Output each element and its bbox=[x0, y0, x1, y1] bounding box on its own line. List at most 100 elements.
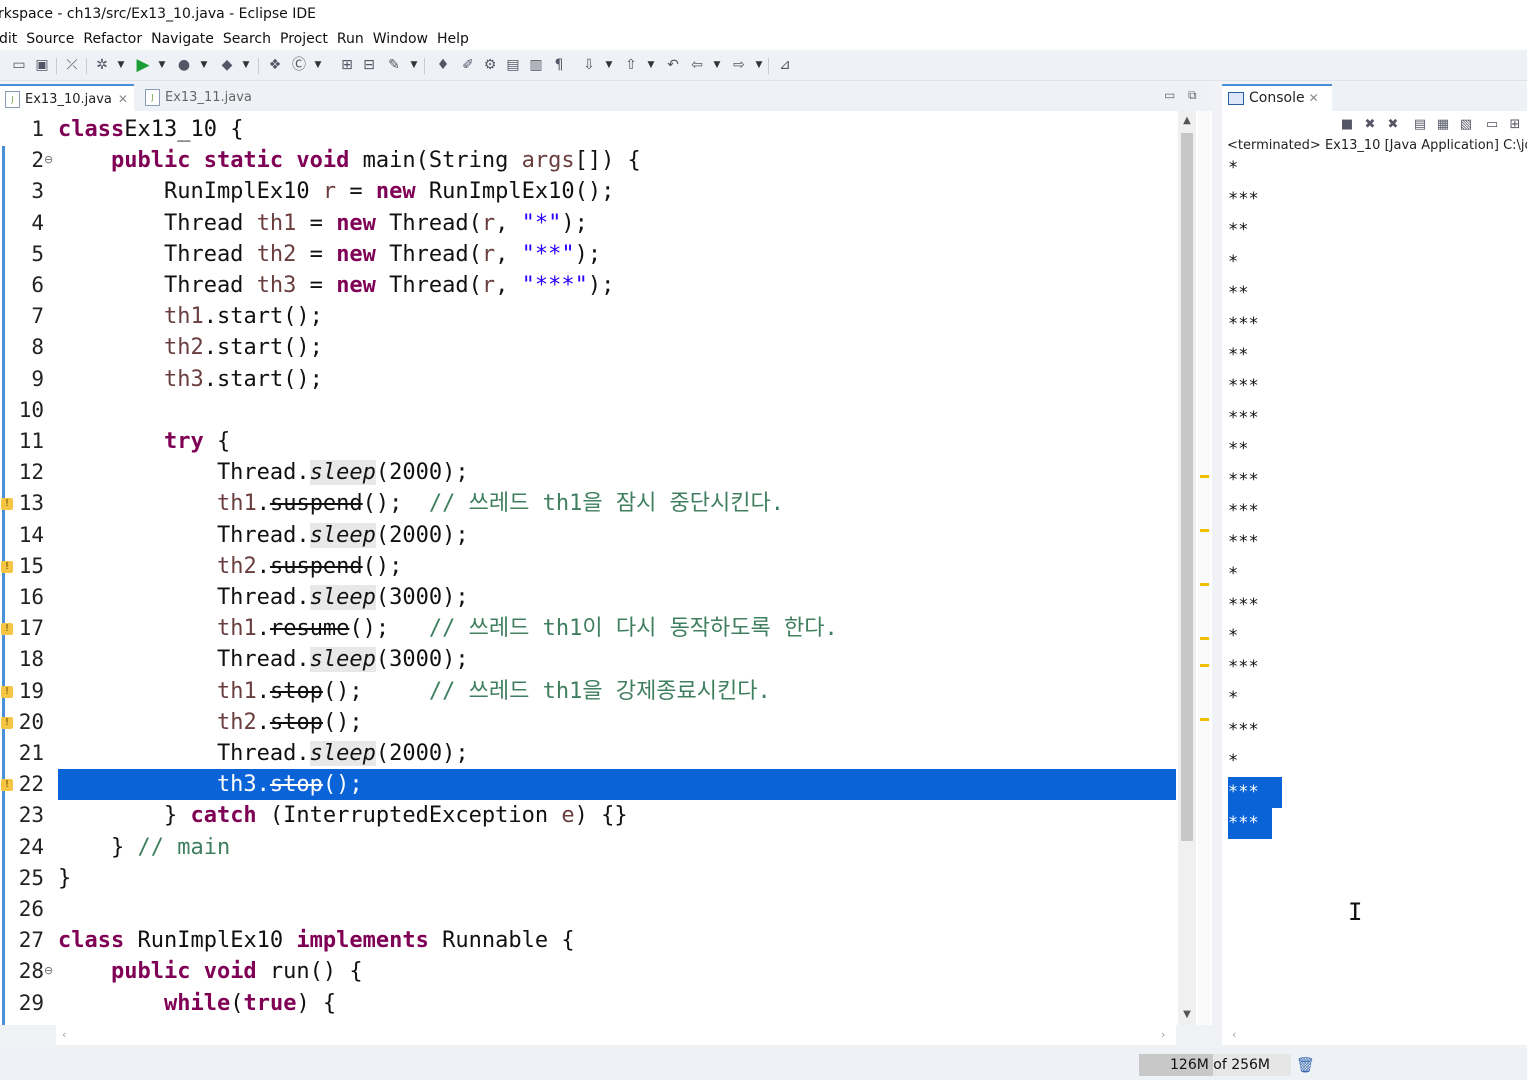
display-console-icon[interactable]: ▭ bbox=[1484, 117, 1500, 133]
scrollbar-thumb[interactable] bbox=[1181, 133, 1193, 841]
code-line[interactable]: Thread th2 = new Thread(r, "**"); bbox=[58, 239, 1176, 270]
menu-item[interactable]: Project bbox=[280, 28, 328, 50]
open-type-icon[interactable]: ⊞ bbox=[338, 56, 356, 74]
menu-item[interactable]: Source bbox=[26, 28, 74, 50]
last-edit-location-icon[interactable]: ↶ bbox=[664, 56, 682, 74]
code-line[interactable]: Thread.sleep(2000); bbox=[58, 738, 1176, 769]
debug-icon[interactable]: ✲ bbox=[93, 56, 111, 74]
scroll-lock-icon[interactable]: ▦ bbox=[1435, 117, 1451, 133]
code-line[interactable]: th2.stop(); bbox=[58, 707, 1176, 738]
code-line[interactable]: th1.suspend(); // 쓰레드 th1을 잠시 중단시킨다. bbox=[58, 488, 1176, 519]
console-horizontal-scrollbar[interactable]: ‹ bbox=[1222, 1025, 1527, 1045]
code-line[interactable]: class RunImplEx10 implements Runnable { bbox=[58, 925, 1176, 956]
coverage-icon[interactable]: ● bbox=[175, 56, 193, 74]
heap-status[interactable]: 126M of 256M bbox=[1139, 1054, 1291, 1076]
menu-item[interactable]: Navigate bbox=[151, 28, 214, 50]
warning-marker[interactable] bbox=[1200, 583, 1209, 586]
clear-console-icon[interactable]: ▤ bbox=[1412, 117, 1428, 133]
back-icon[interactable]: ⇦ bbox=[688, 56, 706, 74]
toggle-mark-occurrences-icon[interactable]: ♦ bbox=[434, 56, 452, 74]
save-icon[interactable]: ▭ bbox=[10, 56, 28, 74]
menu-item[interactable]: Run bbox=[337, 28, 364, 50]
horizontal-scrollbar[interactable]: ‹ › bbox=[56, 1025, 1176, 1045]
word-wrap-icon[interactable]: ▥ bbox=[527, 56, 545, 74]
tab-ex13-11[interactable]: J Ex13_11.java bbox=[140, 84, 260, 111]
code-line[interactable]: Thread.sleep(3000); bbox=[58, 644, 1176, 675]
code-line[interactable]: Thread.sleep(2000); bbox=[58, 457, 1176, 488]
warning-marker[interactable] bbox=[1200, 475, 1209, 478]
code-line[interactable]: th1.resume(); // 쓰레드 th1이 다시 동작하도록 한다. bbox=[58, 613, 1176, 644]
warning-icon[interactable]: ! bbox=[1, 779, 13, 791]
close-icon[interactable]: ✕ bbox=[118, 92, 128, 106]
chevron-down-icon[interactable]: ▼ bbox=[117, 56, 125, 74]
menu-item[interactable]: Help bbox=[437, 28, 469, 50]
vertical-scrollbar[interactable]: ▲ ▼ bbox=[1178, 111, 1196, 1025]
minimize-icon[interactable]: ▭ bbox=[1164, 88, 1175, 102]
menu-item[interactable]: Refactor bbox=[83, 28, 142, 50]
pin-editor-icon[interactable]: ⊿ bbox=[776, 56, 794, 74]
chevron-down-icon[interactable]: ▼ bbox=[713, 56, 721, 74]
new-java-package-icon[interactable]: ❖ bbox=[266, 56, 284, 74]
code-line[interactable]: public static void main(String args[]) { bbox=[58, 145, 1176, 176]
next-annotation-icon[interactable]: ⇩ bbox=[580, 56, 598, 74]
remove-all-terminated-icon[interactable]: ✖ bbox=[1385, 117, 1401, 133]
tab-console[interactable]: Console ✕ bbox=[1222, 84, 1332, 111]
code-line[interactable]: th3.start(); bbox=[58, 364, 1176, 395]
menu-item[interactable]: Window bbox=[373, 28, 428, 50]
code-line[interactable]: Thread th1 = new Thread(r, "*"); bbox=[58, 208, 1176, 239]
chevron-down-icon[interactable]: ▼ bbox=[605, 56, 613, 74]
code-line[interactable]: classEx13_10 { bbox=[58, 114, 1176, 145]
code-line[interactable]: } // main bbox=[58, 832, 1176, 863]
forward-icon[interactable]: ⇨ bbox=[730, 56, 748, 74]
warning-marker[interactable] bbox=[1200, 637, 1209, 640]
run-icon[interactable]: ▶ bbox=[134, 56, 152, 74]
maximize-icon[interactable]: ⧉ bbox=[1188, 88, 1197, 103]
console-view[interactable]: ■ ✖ ✖ ▤ ▦ ▧ ▭ ⊞ <terminated> Ex13_10 [Ja… bbox=[1222, 111, 1527, 1025]
chevron-down-icon[interactable]: ▼ bbox=[410, 56, 418, 74]
warning-icon[interactable]: ! bbox=[1, 686, 13, 698]
code-line[interactable]: } bbox=[58, 863, 1176, 894]
open-task-icon[interactable]: ⊟ bbox=[360, 56, 378, 74]
scroll-left-icon[interactable]: ‹ bbox=[62, 1028, 66, 1041]
code-line[interactable]: Thread.sleep(2000); bbox=[58, 520, 1176, 551]
code-line[interactable]: Thread.sleep(3000); bbox=[58, 582, 1176, 613]
warning-icon[interactable]: ! bbox=[1, 498, 13, 510]
tab-ex13-10[interactable]: J Ex13_10.java ✕ bbox=[0, 84, 134, 111]
code-line[interactable]: RunImplEx10 r = new RunImplEx10(); bbox=[58, 176, 1176, 207]
code-line[interactable]: while(true) { bbox=[58, 988, 1176, 1019]
scroll-down-icon[interactable]: ▼ bbox=[1181, 1009, 1193, 1020]
previous-annotation-icon[interactable]: ⇧ bbox=[622, 56, 640, 74]
chevron-down-icon[interactable]: ▼ bbox=[314, 56, 322, 74]
chevron-down-icon[interactable]: ▼ bbox=[242, 56, 250, 74]
code-line[interactable]: th3.stop(); bbox=[58, 769, 1176, 800]
code-line[interactable] bbox=[58, 894, 1176, 925]
remove-launch-icon[interactable]: ✖ bbox=[1362, 117, 1378, 133]
code-line[interactable]: th2.start(); bbox=[58, 332, 1176, 363]
skip-breakpoints-icon[interactable]: ⤫ bbox=[63, 56, 81, 74]
fold-collapse-icon[interactable]: ⊖ bbox=[44, 153, 53, 166]
toggle-breadcrumb-icon[interactable]: ⚙ bbox=[481, 56, 499, 74]
word-wrap-icon[interactable]: ▧ bbox=[1458, 117, 1474, 133]
chevron-down-icon[interactable]: ▼ bbox=[158, 56, 166, 74]
scroll-left-icon[interactable]: ‹ bbox=[1232, 1028, 1236, 1041]
code-editor[interactable]: 1 2 ⊖ 3 4 5 6 7 8 9 10 11 12 13! 14 15! 16 17! 18 19! 20! 21 2… bbox=[0, 111, 1212, 1025]
menu-item[interactable]: Search bbox=[223, 28, 271, 50]
code-line[interactable]: th1.start(); bbox=[58, 301, 1176, 332]
close-icon[interactable]: ✕ bbox=[1309, 91, 1319, 105]
save-all-icon[interactable]: ▣ bbox=[33, 56, 51, 74]
chevron-down-icon[interactable]: ▼ bbox=[200, 56, 208, 74]
chevron-down-icon[interactable]: ▼ bbox=[755, 56, 763, 74]
show-whitespace-icon[interactable]: ▤ bbox=[504, 56, 522, 74]
warning-marker[interactable] bbox=[1200, 718, 1209, 721]
toggle-block-selection-icon[interactable]: ✐ bbox=[459, 56, 477, 74]
pilcrow-icon[interactable]: ¶ bbox=[550, 56, 568, 74]
code-line[interactable] bbox=[58, 395, 1176, 426]
warning-icon[interactable]: ! bbox=[1, 717, 13, 729]
warning-icon[interactable]: ! bbox=[1, 561, 13, 573]
code-line[interactable]: try { bbox=[58, 426, 1176, 457]
overview-ruler[interactable] bbox=[1198, 111, 1210, 1025]
code-line[interactable]: public void run() { bbox=[58, 956, 1176, 987]
new-class-icon[interactable]: Ⓒ bbox=[290, 56, 308, 74]
menu-item[interactable]: dit bbox=[0, 28, 17, 50]
warning-icon[interactable]: ! bbox=[1, 623, 13, 635]
